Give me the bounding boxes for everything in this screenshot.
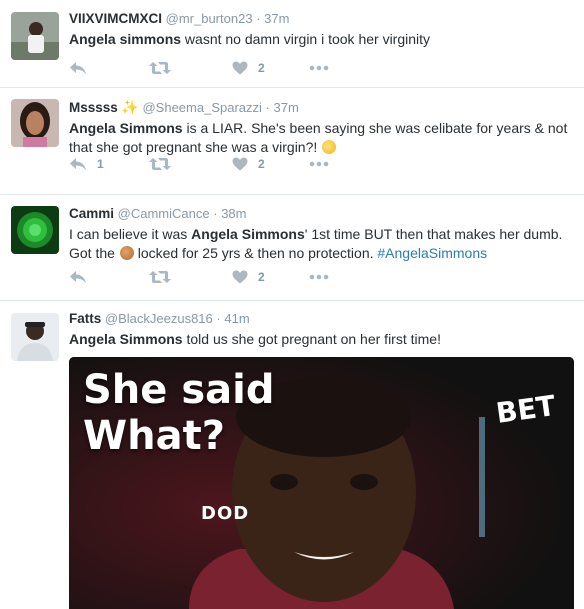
media-caption: She said What? — [83, 367, 275, 459]
retweet-button[interactable] — [149, 58, 171, 78]
separator: · — [213, 206, 218, 221]
tweet-header: VIIXVIMCMXCI @mr_burton23 · 37m — [69, 10, 576, 28]
author-name[interactable]: Msssss — [69, 100, 118, 115]
more-options-icon — [309, 161, 329, 167]
like-button[interactable]: 2 — [232, 267, 265, 287]
tweet-text: I can believe it was Angela Simmons' 1st… — [69, 225, 576, 263]
tweet-text-body: I can believe it was — [69, 226, 192, 242]
author-handle[interactable]: @Sheema_Sparazzi — [142, 100, 261, 115]
tweet[interactable]: Msssss ✨ @Sheema_Sparazzi · 37m Angela S… — [0, 88, 584, 195]
retweet-icon — [149, 158, 171, 170]
reply-count: 1 — [97, 157, 104, 171]
tweet-header: Fatts @BlackJeezus816 · 41m — [69, 310, 576, 328]
reply-icon — [70, 271, 86, 283]
more-button[interactable] — [309, 154, 329, 174]
tweet-feed: VIIXVIMCMXCI @mr_burton23 · 37m Angela s… — [0, 0, 584, 609]
keyword-highlight: Angela Simmons — [69, 331, 183, 347]
tweet-text: Angela simmons wasnt no damn virgin i to… — [69, 30, 576, 49]
tweet[interactable]: Fatts @BlackJeezus816 · 41m Angela Simmo… — [0, 301, 584, 609]
heart-icon — [232, 61, 248, 75]
author-handle[interactable]: @mr_burton23 — [166, 11, 253, 26]
author-name[interactable]: VIIXVIMCMXCI — [69, 11, 162, 26]
reply-icon — [70, 62, 86, 74]
like-count: 2 — [258, 157, 265, 171]
cookie-icon — [119, 246, 134, 260]
reply-button[interactable]: 1 — [69, 154, 104, 174]
sparkles-icon: ✨ — [121, 99, 139, 115]
keyword-highlight: Angela simmons — [69, 31, 182, 47]
separator: · — [265, 100, 270, 115]
like-button[interactable]: 2 — [232, 58, 265, 78]
reply-button[interactable] — [69, 58, 87, 78]
timestamp[interactable]: 37m — [264, 11, 289, 26]
avatar[interactable] — [11, 12, 59, 60]
heart-icon — [232, 270, 248, 284]
like-count: 2 — [258, 270, 265, 284]
separator: · — [256, 11, 261, 26]
tweet-header: Msssss ✨ @Sheema_Sparazzi · 37m — [69, 98, 576, 117]
tweet-text: Angela Simmons is a LIAR. She's been say… — [69, 119, 576, 157]
timestamp[interactable]: 41m — [224, 311, 249, 326]
tweet[interactable]: VIIXVIMCMXCI @mr_burton23 · 37m Angela s… — [0, 0, 584, 88]
avatar[interactable] — [11, 99, 59, 147]
tweet-text-body: locked for 25 yrs & then no protection. — [133, 245, 378, 261]
retweet-button[interactable] — [149, 267, 171, 287]
reply-button[interactable] — [69, 267, 87, 287]
tweet-text-body: told us she got pregnant on her first ti… — [182, 331, 441, 347]
hashtag-link[interactable]: #AngelaSimmons — [377, 245, 487, 261]
more-button[interactable] — [309, 58, 329, 78]
reply-icon — [70, 158, 86, 170]
avatar[interactable] — [11, 206, 59, 254]
tweet-header: Cammi @CammiCance · 38m — [69, 205, 576, 223]
more-options-icon — [309, 65, 329, 71]
tweet-text-body: wasnt no damn virgin i took her virginit… — [181, 31, 431, 47]
more-options-icon — [309, 274, 329, 280]
like-count: 2 — [258, 61, 265, 75]
more-button[interactable] — [309, 267, 329, 287]
tweet-actions: 2 — [69, 267, 369, 287]
author-handle[interactable]: @BlackJeezus816 — [105, 311, 213, 326]
author-handle[interactable]: @CammiCance — [118, 206, 210, 221]
retweet-icon — [149, 62, 171, 74]
tweet-text: Angela Simmons told us she got pregnant … — [69, 330, 576, 349]
tweet-actions: 1 2 — [69, 154, 369, 174]
tweet[interactable]: Cammi @CammiCance · 38m I can believe it… — [0, 195, 584, 301]
tweet-actions: 2 — [69, 58, 369, 78]
author-name[interactable]: Fatts — [69, 311, 101, 326]
keyword-highlight: Angela Simmons — [191, 226, 305, 242]
heart-icon — [232, 157, 248, 171]
media-sign-text: DOD — [201, 503, 250, 524]
retweet-button[interactable] — [149, 154, 171, 174]
author-name[interactable]: Cammi — [69, 206, 114, 221]
tweet-media-image[interactable]: She said What? BET DOD — [69, 357, 574, 609]
retweet-icon — [149, 271, 171, 283]
avatar[interactable] — [11, 313, 59, 361]
timestamp[interactable]: 37m — [274, 100, 299, 115]
separator: · — [216, 311, 221, 326]
keyword-highlight: Angela Simmons — [69, 120, 183, 136]
thinking-face-icon — [322, 140, 337, 154]
like-button[interactable]: 2 — [232, 154, 265, 174]
timestamp[interactable]: 38m — [221, 206, 246, 221]
